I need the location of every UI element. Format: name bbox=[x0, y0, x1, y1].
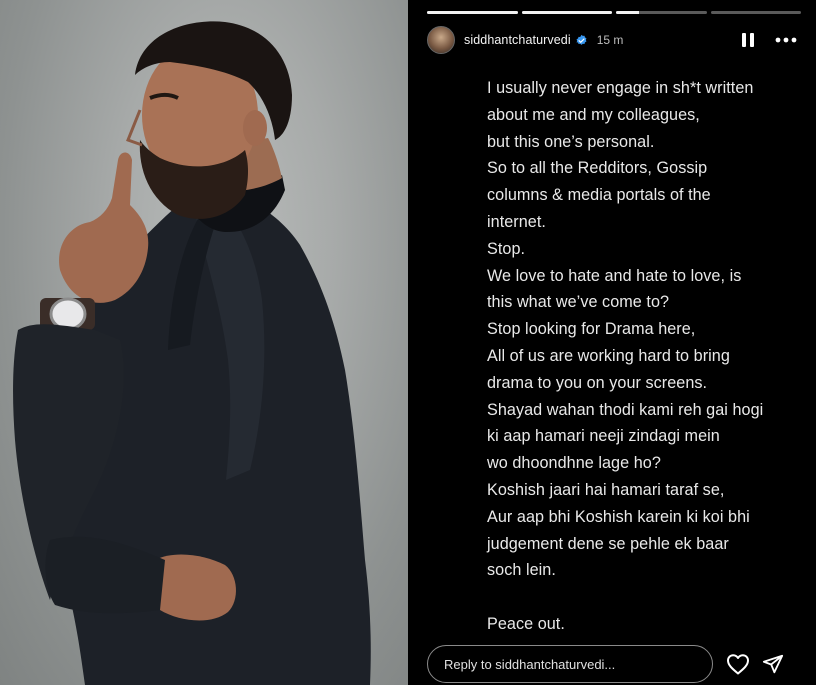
story-message: I usually never engage in sh*t written a… bbox=[487, 75, 787, 638]
message-line: this what we’ve come to? bbox=[487, 293, 670, 312]
message-line: All of us are working hard to bring bbox=[487, 346, 730, 365]
progress-segment bbox=[521, 11, 612, 14]
verified-badge-icon bbox=[576, 34, 587, 45]
message-line: Aur aap bhi Koshish karein ki koi bhi bbox=[487, 507, 750, 526]
pause-button[interactable] bbox=[737, 29, 759, 51]
message-line: Shayad wahan thodi kami reh gai hogi bbox=[487, 400, 764, 419]
progress-segment bbox=[710, 11, 801, 14]
progress-segment bbox=[427, 11, 518, 14]
message-line: I usually never engage in sh*t written bbox=[487, 79, 754, 97]
message-line: columns & media portals of the bbox=[487, 186, 711, 205]
message-line: internet. bbox=[487, 212, 546, 231]
message-line: Stop looking for Drama here, bbox=[487, 320, 696, 339]
avatar[interactable] bbox=[427, 26, 455, 54]
like-button[interactable] bbox=[723, 649, 753, 679]
message-line: wo dhoondhne lage ho? bbox=[487, 454, 661, 473]
story-progress-bar bbox=[427, 11, 801, 14]
message-line: So to all the Redditors, Gossip bbox=[487, 159, 708, 178]
reply-input[interactable] bbox=[427, 645, 713, 683]
progress-segment bbox=[616, 11, 707, 14]
message-line: about me and my colleagues, bbox=[487, 105, 700, 124]
more-options-button[interactable] bbox=[771, 29, 801, 51]
username-link[interactable]: siddhantchaturvedi bbox=[464, 33, 571, 47]
message-line: ki aap hamari neeji zindagi mein bbox=[487, 427, 720, 446]
reply-bar bbox=[427, 645, 801, 683]
message-line: Koshish jaari hai hamari taraf se, bbox=[487, 480, 725, 499]
message-line: judgement dene se pehle ek baar bbox=[487, 534, 729, 553]
heart-icon bbox=[727, 654, 749, 675]
message-line: Stop. bbox=[487, 239, 526, 258]
story-header: siddhantchaturvedi 15 m bbox=[427, 26, 801, 54]
portrait-illustration bbox=[13, 21, 371, 685]
message-line-signoff: Peace out. bbox=[487, 614, 565, 633]
send-icon bbox=[762, 654, 784, 674]
portrait-photo bbox=[0, 0, 408, 685]
send-button[interactable] bbox=[758, 649, 788, 679]
message-line: but this one’s personal. bbox=[487, 132, 655, 151]
message-line: We love to hate and hate to love, is bbox=[487, 266, 742, 285]
message-line: soch lein. bbox=[487, 561, 556, 580]
message-line: drama to you on your screens. bbox=[487, 373, 708, 392]
story-viewer: siddhantchaturvedi 15 m I usually never … bbox=[408, 0, 816, 685]
post-time: 15 m bbox=[596, 33, 624, 47]
pause-icon bbox=[742, 33, 754, 47]
more-icon bbox=[775, 37, 797, 43]
